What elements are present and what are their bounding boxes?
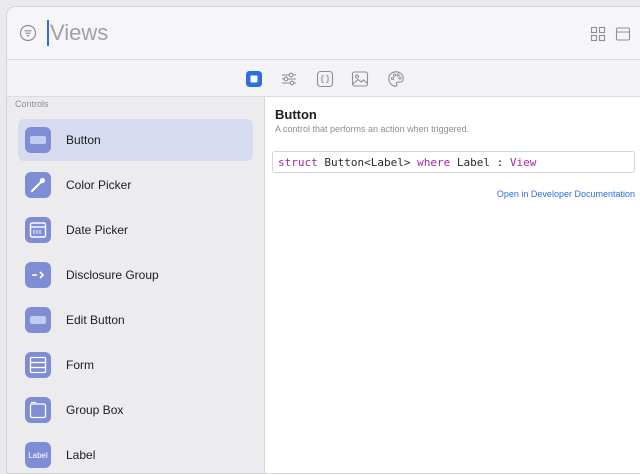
edit-button-icon xyxy=(25,307,51,333)
code-text: Button<Label> xyxy=(317,155,418,169)
filter-button[interactable] xyxy=(19,24,37,42)
code-text: Label : xyxy=(450,155,510,169)
declaration-code: struct Button<Label> where Label : View xyxy=(272,151,635,173)
detail-subtitle: A control that performs an action when t… xyxy=(275,124,470,134)
eyedropper-icon xyxy=(25,172,51,198)
photo-icon xyxy=(351,71,369,87)
group-box-icon xyxy=(25,397,51,423)
list-item-label: Disclosure Group xyxy=(66,268,159,282)
tab-colors[interactable] xyxy=(387,70,405,88)
code-type: View xyxy=(509,155,537,169)
tab-images[interactable] xyxy=(351,70,369,88)
label-icon-text: Label xyxy=(28,450,48,460)
disclosure-group-icon xyxy=(25,262,51,288)
list-item-form[interactable]: Form xyxy=(18,344,253,386)
sliders-icon xyxy=(282,72,296,86)
code-keyword: where xyxy=(417,155,451,169)
list-item-label: Color Picker xyxy=(66,178,132,192)
list-item-label-view[interactable]: Label Label xyxy=(18,434,253,473)
sidebar-split-icon xyxy=(615,27,631,41)
detail-pane: Button A control that performs an action… xyxy=(265,97,640,473)
detail-title: Button xyxy=(275,107,317,122)
search-field[interactable] xyxy=(47,18,350,48)
library-window: Controls Button Color Picker xyxy=(6,6,640,474)
tab-modifiers[interactable] xyxy=(280,70,298,88)
list-item-label: Edit Button xyxy=(66,313,125,327)
form-icon xyxy=(25,352,51,378)
label-icon: Label xyxy=(25,442,51,468)
developer-documentation-link[interactable]: Open in Developer Documentation xyxy=(497,189,635,199)
list-item-date-picker[interactable]: Date Picker xyxy=(18,209,253,251)
grid-icon xyxy=(590,26,606,42)
list-item-label: Form xyxy=(66,358,94,372)
filter-icon xyxy=(19,24,37,42)
calendar-icon xyxy=(25,217,51,243)
section-header: Controls xyxy=(15,99,49,109)
tab-views[interactable] xyxy=(245,70,263,88)
button-icon xyxy=(25,127,51,153)
list-item-group-box[interactable]: Group Box xyxy=(18,389,253,431)
tab-snippets[interactable] xyxy=(316,70,334,88)
braces-icon xyxy=(316,70,334,88)
search-bar xyxy=(7,7,640,60)
square-icon xyxy=(246,71,262,87)
library-tabs xyxy=(7,60,640,97)
list-item-label: Date Picker xyxy=(66,223,129,237)
list-item-disclosure-group[interactable]: Disclosure Group xyxy=(18,254,253,296)
search-input[interactable] xyxy=(50,20,350,46)
grid-view-button[interactable] xyxy=(590,26,606,42)
list-item-edit-button[interactable]: Edit Button xyxy=(18,299,253,341)
list-item-label: Label xyxy=(66,448,96,462)
list-item-color-picker[interactable]: Color Picker xyxy=(18,164,253,206)
list-item-label: Group Box xyxy=(66,403,124,417)
list-item-label: Button xyxy=(66,133,101,147)
detail-view-button[interactable] xyxy=(615,26,631,42)
sidebar: Controls Button Color Picker Date Picker… xyxy=(7,97,265,473)
palette-icon xyxy=(388,71,404,87)
text-cursor xyxy=(47,20,49,46)
code-keyword: struct xyxy=(278,155,318,169)
list-item-button[interactable]: Button xyxy=(18,119,253,161)
